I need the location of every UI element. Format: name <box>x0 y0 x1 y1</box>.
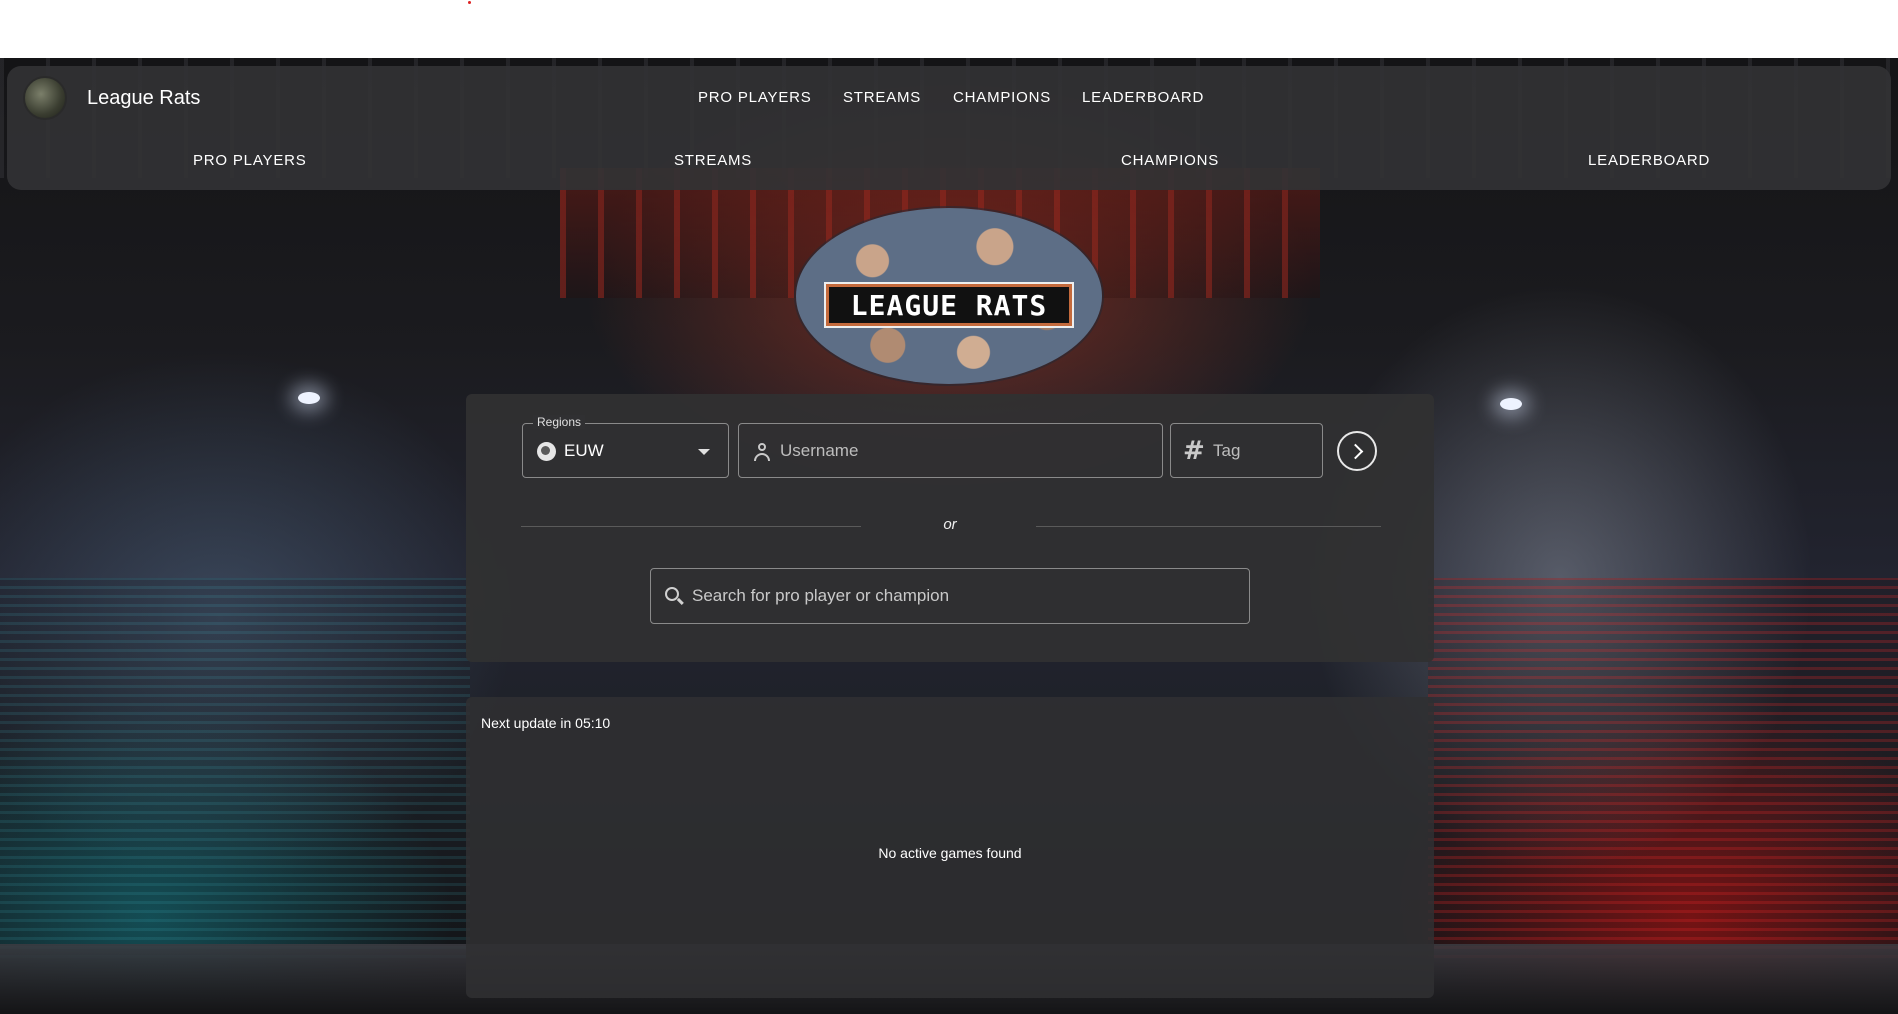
red-dot-artifact <box>468 1 471 4</box>
nav-streams[interactable]: STREAMS <box>843 89 921 106</box>
subnav-champions[interactable]: CHAMPIONS <box>1121 152 1219 169</box>
subnav-pro-players[interactable]: PRO PLAYERS <box>193 152 307 169</box>
league-rats-hero-logo: LEAGUE RATS <box>796 208 1102 384</box>
region-legend: Regions <box>533 415 586 429</box>
active-games-panel: Next update in 05:10 No active games fou… <box>466 697 1434 998</box>
search-panel: Regions EUW Username # Tag or Search for… <box>466 394 1434 662</box>
subnav-streams[interactable]: STREAMS <box>674 152 752 169</box>
subnav-leaderboard[interactable]: LEADERBOARD <box>1588 152 1710 169</box>
tag-field[interactable]: # Tag <box>1170 423 1323 478</box>
globe-icon <box>537 442 556 461</box>
user-icon <box>753 442 771 462</box>
search-icon <box>665 587 685 607</box>
nav-pro-players[interactable]: PRO PLAYERS <box>698 89 812 106</box>
search-submit-button[interactable] <box>1337 431 1377 471</box>
global-search-placeholder: Search for pro player or champion <box>692 586 950 605</box>
tag-placeholder: Tag <box>1213 441 1241 460</box>
divider-left <box>521 526 861 527</box>
username-field[interactable]: Username <box>738 423 1163 478</box>
hero-logo-text: LEAGUE RATS <box>850 288 1048 322</box>
hero-logo-plate: LEAGUE RATS <box>824 282 1074 328</box>
chevron-right-icon <box>1347 443 1364 460</box>
region-select[interactable]: Regions EUW <box>522 415 729 478</box>
hash-icon: # <box>1183 436 1205 466</box>
region-value: EUW <box>564 441 604 460</box>
chevron-down-icon <box>698 449 710 455</box>
global-search-input[interactable]: Search for pro player or champion <box>650 568 1250 624</box>
nav-champions[interactable]: CHAMPIONS <box>953 89 1051 106</box>
no-games-message: No active games found <box>878 845 1022 861</box>
or-separator: or <box>943 516 957 533</box>
divider-right <box>1036 526 1381 527</box>
brand-title[interactable]: League Rats <box>87 87 200 110</box>
site-header: League Rats PRO PLAYERS STREAMS CHAMPION… <box>7 66 1891 190</box>
site-logo-avatar[interactable] <box>23 76 67 120</box>
next-update-timer: Next update in 05:10 <box>481 715 611 731</box>
nav-leaderboard[interactable]: LEADERBOARD <box>1082 89 1204 106</box>
username-placeholder: Username <box>780 441 859 460</box>
